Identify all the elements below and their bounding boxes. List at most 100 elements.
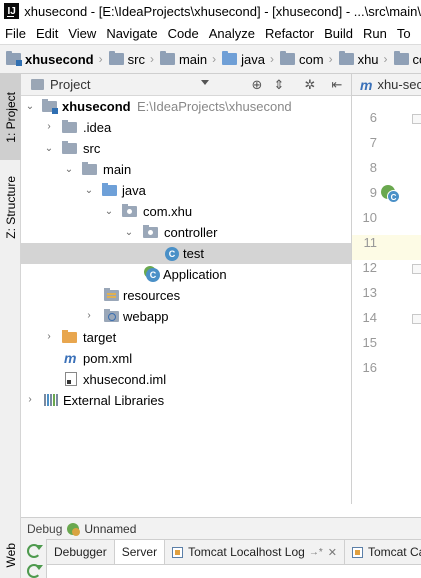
debug-content bbox=[47, 565, 421, 578]
tree-node-label: pom.xml bbox=[83, 351, 133, 366]
project-panel-title[interactable]: Project bbox=[50, 77, 90, 92]
breadcrumb-main[interactable]: main › bbox=[159, 51, 222, 67]
menu-view[interactable]: View bbox=[63, 26, 101, 41]
tree-node-test[interactable]: C test bbox=[21, 243, 351, 264]
class-icon: C bbox=[387, 190, 400, 203]
editor-tab-label: xhu-sec bbox=[377, 77, 421, 92]
project-panel-header: Project ⊕ ⇕ ✲ ⇤ bbox=[21, 74, 351, 96]
rerun-icon[interactable] bbox=[27, 544, 43, 558]
tree-node-resources[interactable]: resources bbox=[21, 285, 351, 306]
collapse-all-icon[interactable]: ⇕ bbox=[271, 77, 287, 93]
structure-tool-tab[interactable]: Z: Structure bbox=[0, 166, 21, 248]
gear-icon[interactable]: ✲ bbox=[302, 77, 318, 93]
gutter-line: 12 bbox=[352, 260, 421, 285]
tree-node-xhusecond[interactable]: ⌄ xhusecond E:\IdeaProjects\xhusecond bbox=[21, 96, 351, 117]
menu-refactor[interactable]: Refactor bbox=[260, 26, 319, 41]
tree-node-pom[interactable]: m pom.xml bbox=[21, 348, 351, 369]
structure-tool-tab-label: Z: Structure bbox=[3, 175, 18, 239]
tree-node-webapp[interactable]: › webapp bbox=[21, 306, 351, 327]
chevron-right-icon[interactable]: › bbox=[25, 395, 35, 405]
fold-marker-icon[interactable] bbox=[412, 114, 421, 124]
debug-actions bbox=[21, 539, 47, 578]
tree-node-java[interactable]: ⌄ java bbox=[21, 180, 351, 201]
tab-debugger[interactable]: Debugger bbox=[47, 540, 115, 564]
breadcrumb-src[interactable]: src › bbox=[108, 51, 160, 67]
module-folder-icon bbox=[42, 99, 58, 114]
close-icon[interactable]: ✕ bbox=[328, 546, 337, 559]
chevron-down-icon[interactable]: ⌄ bbox=[84, 186, 94, 196]
spring-bean-run-icon[interactable]: C bbox=[381, 185, 400, 203]
chevron-right-icon[interactable]: › bbox=[84, 311, 94, 321]
target-icon[interactable]: ⊕ bbox=[249, 77, 265, 93]
gutter-line: 8 bbox=[352, 160, 421, 185]
tree-node-label: resources bbox=[123, 288, 181, 303]
fold-marker-icon[interactable] bbox=[412, 264, 421, 274]
debug-config-name[interactable]: Unnamed bbox=[84, 522, 136, 536]
chevron-down-icon[interactable]: ⌄ bbox=[104, 207, 114, 217]
tab-label: Debugger bbox=[54, 545, 107, 559]
package-icon bbox=[280, 51, 296, 65]
breadcrumb-com[interactable]: com › bbox=[280, 51, 339, 67]
package-icon bbox=[122, 204, 137, 217]
package-icon bbox=[393, 51, 409, 65]
menu-analyze[interactable]: Analyze bbox=[204, 26, 260, 41]
tree-node-idea[interactable]: › .idea bbox=[21, 117, 351, 138]
project-tool-tab[interactable]: 1: Project bbox=[0, 74, 21, 160]
maven-icon: m bbox=[64, 350, 77, 366]
menu-tools[interactable]: To bbox=[392, 26, 416, 41]
breadcrumb-xhusecond[interactable]: xhusecond › bbox=[6, 51, 109, 67]
update-icon[interactable] bbox=[27, 564, 43, 578]
breadcrumb-controller[interactable]: com bbox=[393, 51, 421, 67]
breadcrumb-label: xhu bbox=[357, 51, 379, 67]
title-bar: IJ xhusecond - [E:\IdeaProjects\xhusecon… bbox=[0, 0, 421, 22]
tab-tomcat-catalina-log[interactable]: Tomcat Ca bbox=[345, 540, 421, 564]
tree-node-controller[interactable]: ⌄ controller bbox=[21, 222, 351, 243]
tree-node-target[interactable]: › target bbox=[21, 327, 351, 348]
line-number: 12 bbox=[362, 260, 377, 275]
menu-file[interactable]: File bbox=[0, 26, 31, 41]
tree-node-src[interactable]: ⌄ src bbox=[21, 138, 351, 159]
tree-node-label: External Libraries bbox=[63, 393, 165, 408]
menu-navigate[interactable]: Navigate bbox=[101, 26, 162, 41]
pin-icon[interactable]: →* bbox=[309, 547, 323, 558]
line-number: 15 bbox=[362, 335, 377, 350]
gutter-line: 14 bbox=[352, 310, 421, 335]
chevron-right-icon: › bbox=[270, 52, 275, 66]
chevron-right-icon[interactable]: › bbox=[44, 122, 54, 132]
libraries-icon bbox=[44, 394, 58, 406]
tree-node-main[interactable]: ⌄ main bbox=[21, 159, 351, 180]
tree-node-com-xhu[interactable]: ⌄ com.xhu bbox=[21, 201, 351, 222]
tree-node-application[interactable]: C Application bbox=[21, 264, 351, 285]
chevron-right-icon: › bbox=[212, 52, 217, 66]
menu-edit[interactable]: Edit bbox=[31, 26, 63, 41]
tab-server[interactable]: Server bbox=[114, 540, 166, 564]
chevron-down-icon[interactable]: ⌄ bbox=[44, 144, 54, 154]
view-mode-dropdown-icon[interactable] bbox=[201, 80, 209, 85]
chevron-down-icon[interactable]: ⌄ bbox=[64, 165, 74, 175]
hide-panel-icon[interactable]: ⇤ bbox=[329, 77, 345, 93]
breadcrumb-label: main bbox=[178, 51, 208, 67]
package-icon bbox=[338, 51, 354, 65]
tomcat-icon bbox=[172, 546, 184, 558]
chevron-right-icon[interactable]: › bbox=[44, 332, 54, 342]
tab-tomcat-localhost-log[interactable]: Tomcat Localhost Log →* ✕ bbox=[165, 540, 345, 564]
tree-node-iml[interactable]: xhusecond.iml bbox=[21, 369, 351, 390]
chevron-down-icon[interactable]: ⌄ bbox=[25, 102, 35, 112]
tree-node-external-libraries[interactable]: › External Libraries bbox=[21, 390, 351, 411]
editor-tab[interactable]: m xhu-sec bbox=[352, 74, 421, 96]
web-folder-icon bbox=[104, 309, 119, 322]
breadcrumb-xhu[interactable]: xhu › bbox=[338, 51, 394, 67]
menu-build[interactable]: Build bbox=[319, 26, 358, 41]
menu-run[interactable]: Run bbox=[358, 26, 392, 41]
line-number: 8 bbox=[369, 160, 377, 175]
chevron-down-icon[interactable]: ⌄ bbox=[124, 228, 134, 238]
tab-label: Tomcat Localhost Log bbox=[188, 545, 305, 559]
folder-icon bbox=[82, 162, 97, 175]
fold-marker-icon[interactable] bbox=[412, 314, 421, 324]
breadcrumb-java[interactable]: java › bbox=[222, 51, 280, 67]
iml-file-icon bbox=[65, 372, 77, 386]
menu-code[interactable]: Code bbox=[163, 26, 204, 41]
web-tool-tab-label: Web bbox=[3, 542, 18, 568]
excluded-folder-icon bbox=[62, 330, 77, 343]
web-tool-tab[interactable]: Web bbox=[0, 532, 21, 578]
